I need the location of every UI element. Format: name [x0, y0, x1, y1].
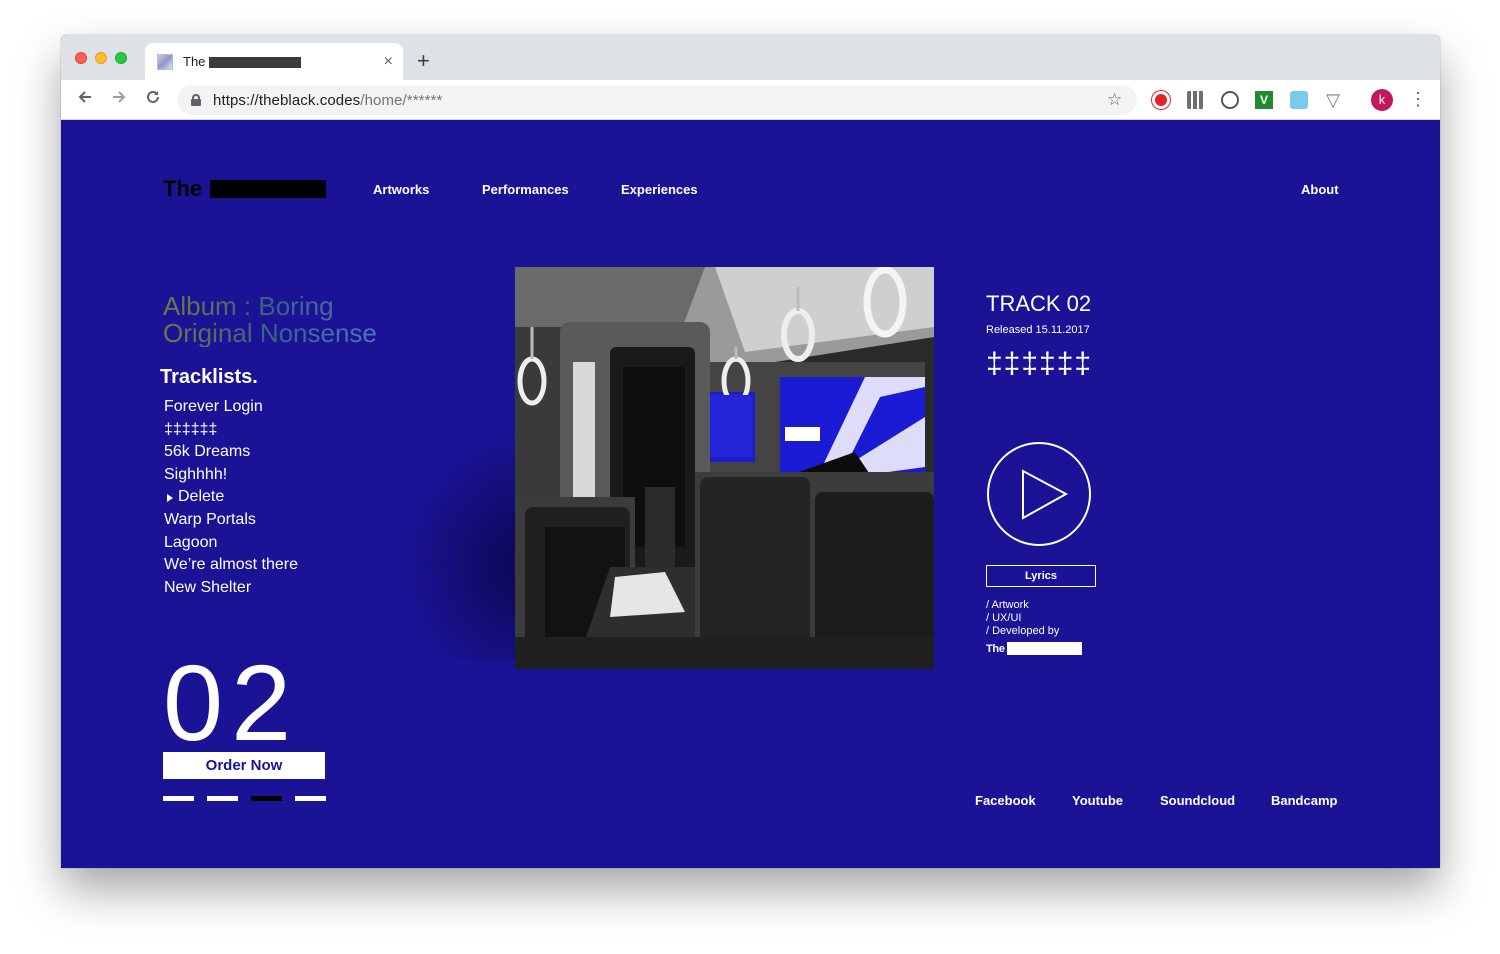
- new-tab-button[interactable]: +: [417, 48, 430, 74]
- credit-developed-by: / Developed by: [986, 625, 1060, 637]
- forward-arrow-icon[interactable]: [107, 88, 131, 111]
- site-logo[interactable]: The: [163, 176, 327, 202]
- lyrics-button[interactable]: Lyrics: [986, 565, 1096, 587]
- site-page: The Artworks Performances Experiences Ab…: [61, 120, 1440, 868]
- social-facebook-link[interactable]: Facebook: [975, 793, 1036, 808]
- adblock-extension-icon[interactable]: [1152, 91, 1170, 109]
- play-marker-icon: [167, 493, 173, 502]
- address-bar[interactable]: https://theblack.codes/home/******: [177, 85, 1137, 115]
- play-icon: [987, 442, 1091, 546]
- track-item[interactable]: Sighhhh!: [164, 464, 298, 487]
- square-extension-icon[interactable]: [1290, 91, 1308, 109]
- circle-extension-icon[interactable]: [1221, 91, 1239, 109]
- nav-artworks[interactable]: Artworks: [373, 182, 429, 197]
- menu-dots-icon[interactable]: ⋮: [1409, 89, 1427, 109]
- social-soundcloud-link[interactable]: Soundcloud: [1160, 793, 1235, 808]
- reload-icon[interactable]: [141, 88, 165, 111]
- track-pager: [163, 796, 326, 801]
- social-youtube-link[interactable]: Youtube: [1072, 793, 1123, 808]
- track-item[interactable]: ‡‡‡‡‡‡: [164, 419, 298, 442]
- track-item[interactable]: New Shelter: [164, 577, 298, 600]
- logo-redaction: [210, 180, 327, 198]
- nav-about[interactable]: About: [1301, 182, 1339, 197]
- lock-icon: [191, 94, 201, 106]
- track-item[interactable]: Forever Login: [164, 396, 298, 419]
- maximize-window-button[interactable]: [115, 52, 127, 64]
- tab-strip: The × +: [61, 35, 1440, 80]
- play-button[interactable]: [986, 441, 1092, 547]
- track-item[interactable]: 56k Dreams: [164, 441, 298, 464]
- credit-studio-link[interactable]: The: [986, 642, 1082, 655]
- logo-text: The: [163, 176, 203, 201]
- grid-extension-icon[interactable]: [1187, 91, 1205, 109]
- tab-close-icon[interactable]: ×: [384, 53, 393, 71]
- track-title: TRACK 02: [986, 291, 1092, 316]
- v-extension-icon[interactable]: V: [1255, 91, 1273, 109]
- pager-dash[interactable]: [163, 796, 194, 801]
- pager-dash[interactable]: [207, 796, 238, 801]
- track-item[interactable]: Lagoon: [164, 532, 298, 555]
- back-arrow-icon[interactable]: [73, 88, 97, 111]
- track-item[interactable]: We’re almost there: [164, 554, 298, 577]
- album-artwork-image: [515, 267, 934, 669]
- album-title: Album : Boring Original Nonsense: [163, 293, 403, 347]
- vee-extension-icon[interactable]: ▽: [1324, 91, 1342, 109]
- release-date: Released 15.11.2017: [986, 324, 1090, 336]
- credit-artwork: / Artwork: [986, 599, 1029, 611]
- url-text: https://theblack.codes/home/******: [213, 91, 443, 109]
- pager-dash[interactable]: [295, 796, 326, 801]
- credit-studio-name: The: [986, 642, 1005, 655]
- pager-dash-active[interactable]: [251, 796, 282, 801]
- browser-toolbar: https://theblack.codes/home/****** ☆ V ▽…: [61, 80, 1440, 120]
- order-now-button[interactable]: Order Now: [163, 752, 325, 779]
- track-code: ‡‡‡‡‡‡: [986, 347, 1093, 380]
- credit-studio-redaction: [1006, 642, 1082, 655]
- credits-block: / Artwork / UX/UI / Developed by: [986, 599, 1059, 638]
- browser-tab[interactable]: The ×: [145, 43, 403, 80]
- social-bandcamp-link[interactable]: Bandcamp: [1271, 793, 1337, 808]
- tab-title: The: [183, 54, 302, 69]
- tab-title-redaction: [209, 57, 302, 69]
- track-list: Forever Login ‡‡‡‡‡‡ 56k Dreams Sighhhh!…: [164, 396, 298, 599]
- bookmark-star-icon[interactable]: ☆: [1107, 90, 1122, 110]
- nav-performances[interactable]: Performances: [482, 182, 569, 197]
- browser-window: The × + https://theblack.codes/home/****…: [61, 35, 1440, 868]
- track-number-display: 02: [163, 655, 300, 747]
- minimize-window-button[interactable]: [95, 52, 107, 64]
- track-item-active[interactable]: Delete: [164, 486, 298, 509]
- track-item[interactable]: Warp Portals: [164, 509, 298, 532]
- favicon-icon: [157, 53, 173, 70]
- nav-experiences[interactable]: Experiences: [621, 182, 698, 197]
- close-window-button[interactable]: [75, 52, 87, 64]
- profile-avatar[interactable]: k: [1371, 89, 1393, 111]
- credit-uxui: / UX/UI: [986, 612, 1022, 624]
- tracklists-heading: Tracklists.: [160, 366, 258, 388]
